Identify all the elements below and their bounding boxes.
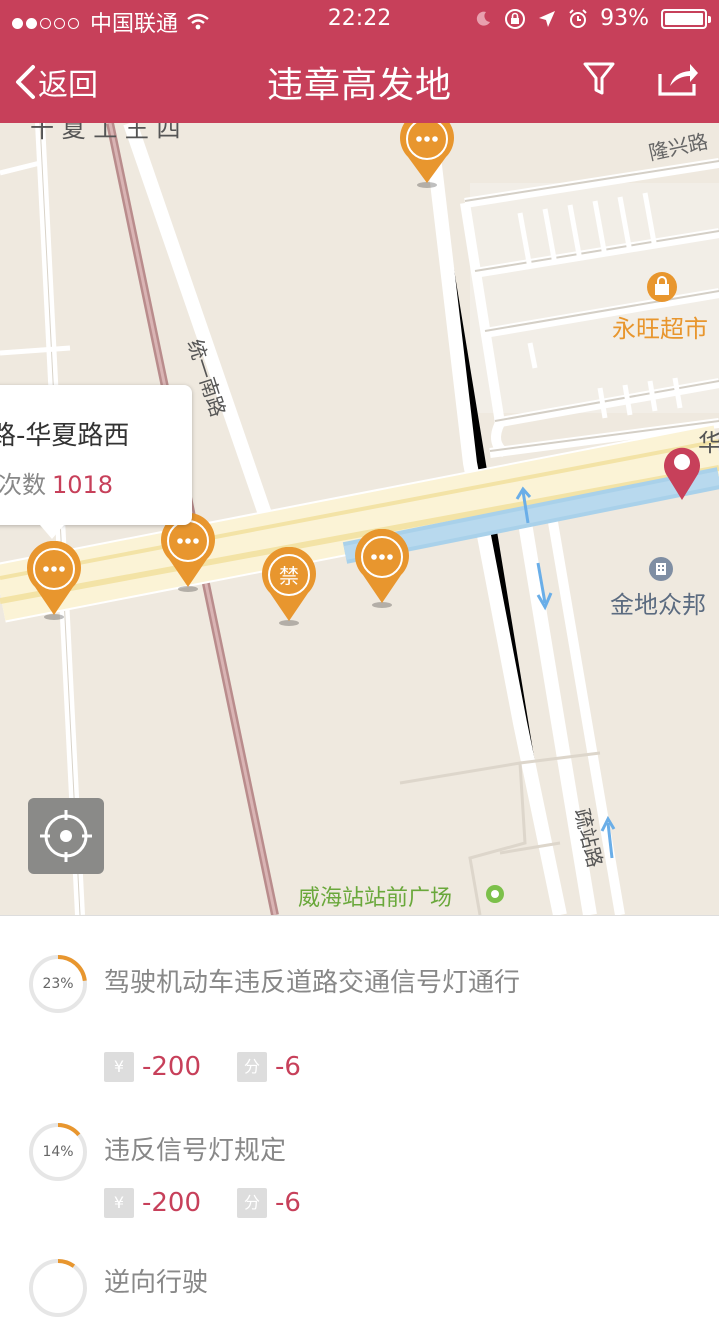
poi-weihai-station[interactable]: 威海站站前广场: [298, 880, 452, 912]
status-bar: 中国联通 22:22 93%: [0, 0, 719, 40]
points-value: -6: [275, 1188, 301, 1218]
orientation-lock-icon: [505, 8, 526, 29]
violation-pin[interactable]: [353, 528, 411, 609]
poi-yongwang[interactable]: 永旺超市: [612, 309, 708, 344]
crosshair-icon: [40, 810, 92, 862]
building-icon: [649, 557, 673, 581]
callout-count-value: 1018: [52, 471, 114, 499]
callout-count-label: 次数: [0, 471, 46, 499]
map-view[interactable]: 十 夏 工 王 四 隆兴路 统一南路 疏站路 华 永旺超市 金地众邦 威海站站前…: [0, 123, 719, 915]
violation-title: 违反信号灯规定: [104, 1136, 287, 1166]
map-road-label-top: 十 夏 工 王 四: [30, 123, 181, 143]
percent-ring: 14%: [28, 1122, 88, 1182]
percent-label: 23%: [42, 976, 74, 992]
points-tag: 分: [237, 1052, 268, 1082]
fine-tag: ¥: [104, 1052, 134, 1082]
violation-list: 23% 驾驶机动车违反道路交通信号灯通行 ¥ -200 分 -6 14% 违反信…: [0, 915, 719, 1317]
callout-count: 次数 1018: [0, 465, 113, 500]
percent-ring: [28, 1258, 88, 1318]
violation-pin-forbidden[interactable]: 禁: [260, 546, 318, 627]
moon-icon: [476, 11, 491, 26]
points-tag: 分: [237, 1188, 268, 1218]
share-icon[interactable]: [656, 60, 700, 98]
callout-title: 路-华夏路西: [0, 421, 130, 451]
poi-jindi[interactable]: 金地众邦: [610, 585, 706, 620]
locate-me-button[interactable]: [28, 798, 104, 874]
percent-ring: 23%: [28, 954, 88, 1014]
fine-value: -200: [142, 1188, 202, 1218]
fine-tag: ¥: [104, 1188, 134, 1218]
violation-title: 驾驶机动车违反道路交通信号灯通行: [104, 968, 521, 998]
points-value: -6: [275, 1052, 301, 1082]
location-arrow-icon: [539, 10, 556, 27]
location-callout[interactable]: 路-华夏路西 次数 1018: [0, 385, 192, 539]
shopping-bag-icon: [647, 272, 677, 302]
battery-icon: [661, 8, 711, 29]
violation-pin[interactable]: [25, 540, 83, 621]
violation-pin[interactable]: [159, 512, 217, 593]
battery-percent: 93%: [600, 6, 649, 31]
percent-label: 14%: [42, 1144, 74, 1160]
nav-bar: 返回 违章高发地: [0, 40, 719, 123]
violation-title: 逆向行驶: [104, 1268, 209, 1298]
fine-value: -200: [142, 1052, 202, 1082]
funnel-icon[interactable]: [582, 60, 616, 98]
forbidden-glyph: 禁: [279, 564, 299, 588]
current-location-pin-icon[interactable]: [656, 438, 708, 504]
alarm-icon: [569, 8, 587, 28]
violation-pin[interactable]: [398, 123, 456, 191]
station-dot-icon: [486, 885, 504, 903]
